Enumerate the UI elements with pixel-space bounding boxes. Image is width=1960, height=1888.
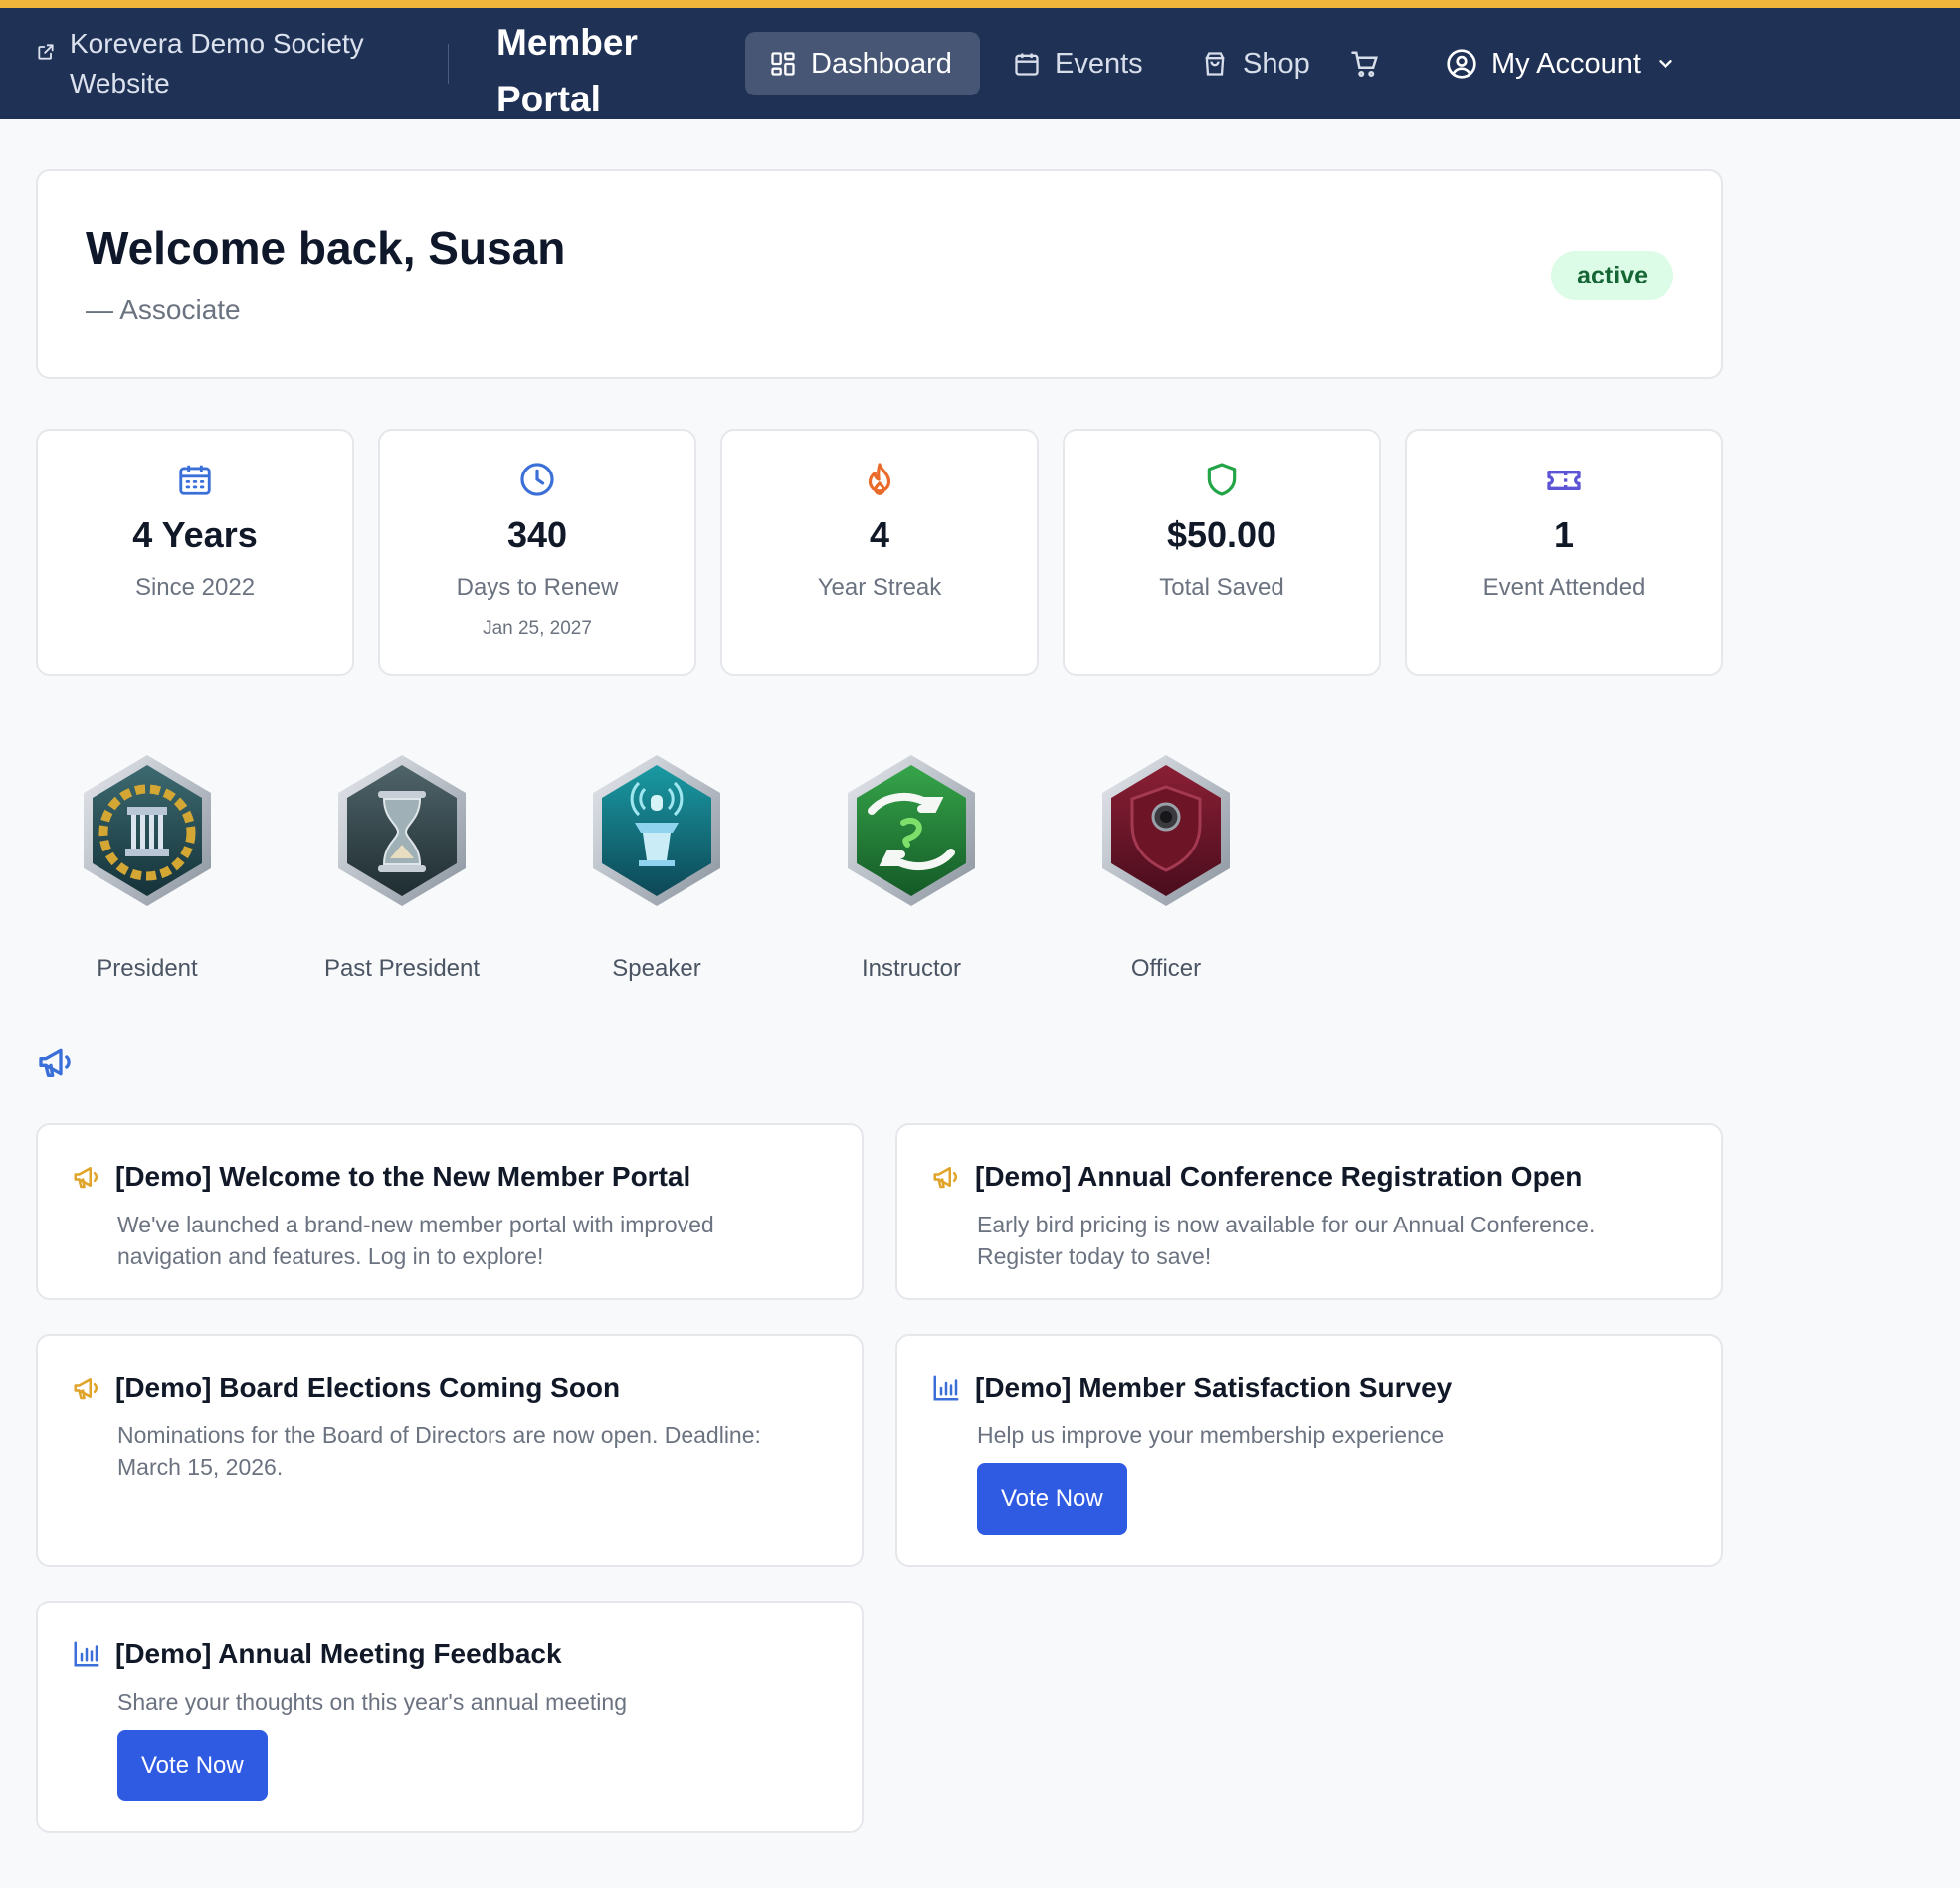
ticket-icon [1547, 471, 1581, 490]
survey-description: Help us improve your membership experien… [977, 1422, 1445, 1448]
welcome-card: Welcome back, Susan — Associate active [36, 169, 1723, 379]
shield-icon [1207, 463, 1237, 496]
stat-value: 4 Years [132, 514, 258, 555]
announcement-card: [Demo] Welcome to the New Member Portal … [36, 1123, 864, 1300]
badge-speaker[interactable]: Speaker [557, 741, 756, 990]
badge-label: Officer [1130, 955, 1202, 982]
shopping-bag-icon [1205, 52, 1225, 76]
announcement-title: [Demo] Annual Conference Registration Op… [975, 1161, 1583, 1192]
badge-label: Past President [323, 955, 481, 982]
calendar-icon [1015, 53, 1039, 76]
cart-icon [1351, 51, 1378, 78]
survey-card: [Demo] Annual Meeting Feedback Share you… [36, 1601, 864, 1833]
chevron-down-icon [1659, 60, 1672, 69]
badge-label: Instructor [861, 955, 962, 982]
stat-card-total-saved: $50.00 Total Saved [1063, 429, 1381, 676]
status-badge: active [1551, 251, 1673, 300]
site-link-label: Korevera Demo Society Website [70, 28, 364, 98]
flame-icon [868, 463, 891, 495]
survey-title: [Demo] Annual Meeting Feedback [115, 1638, 562, 1669]
survey-card: [Demo] Member Satisfaction Survey Help u… [895, 1334, 1723, 1567]
badge-president[interactable]: President [48, 741, 247, 990]
announcement-title: [Demo] Welcome to the New Member Portal [115, 1161, 691, 1192]
survey-title: [Demo] Member Satisfaction Survey [975, 1372, 1453, 1403]
shield-icon [1102, 755, 1230, 906]
vote-now-button[interactable]: Vote Now [117, 1730, 268, 1801]
calendar-icon [179, 465, 211, 495]
podium-icon [593, 755, 720, 906]
nav-dashboard[interactable]: Dashboard [745, 32, 980, 95]
bar-chart-icon [933, 1375, 959, 1401]
hourglass-icon [338, 755, 466, 906]
dashboard-grid-icon [771, 52, 795, 76]
announcement-body: Early bird pricing is now available for … [977, 1212, 1596, 1269]
announcement-card: [Demo] Board Elections Coming Soon Nomin… [36, 1334, 864, 1567]
stat-label: Days to Renew [456, 574, 619, 601]
stat-value: $50.00 [1166, 514, 1277, 555]
clock-icon [520, 463, 554, 496]
stat-card-year-streak: 4 Year Streak [720, 429, 1039, 676]
stat-card-events-attended: 1 Event Attended [1405, 429, 1723, 676]
stat-value: 340 [506, 514, 568, 555]
hands-icon [848, 755, 975, 906]
megaphone-icon [74, 1378, 98, 1400]
nav-account[interactable]: My Account [1446, 32, 1676, 95]
nav-shop[interactable]: Shop [1201, 32, 1310, 95]
nav-events[interactable]: Events [1013, 32, 1143, 95]
external-link-icon [38, 44, 54, 60]
stat-value: 1 [1553, 514, 1575, 555]
stat-label: Total Saved [1159, 574, 1284, 601]
badge-label: President [97, 955, 198, 982]
stat-label: Since 2022 [134, 574, 256, 601]
nav-cart[interactable] [1350, 32, 1380, 95]
megaphone-icon [74, 1167, 98, 1189]
nav-events-label: Events [1055, 47, 1143, 80]
nav-shop-label: Shop [1243, 47, 1310, 80]
stat-label: Year Streak [817, 574, 942, 601]
welcome-title: Welcome back, Susan [86, 222, 566, 274]
megaphone-icon [933, 1167, 957, 1189]
bar-chart-icon [74, 1641, 99, 1667]
badge-label: Speaker [612, 955, 701, 982]
nav-divider [448, 44, 449, 84]
nav-account-label: My Account [1491, 47, 1641, 80]
stat-card-membership-years: 4 Years Since 2022 [36, 429, 354, 676]
vote-now-button[interactable]: Vote Now [977, 1463, 1127, 1535]
announcement-title: [Demo] Board Elections Coming Soon [115, 1372, 621, 1403]
announcement-body: Nominations for the Board of Directors a… [117, 1422, 761, 1480]
stat-value: 4 [869, 514, 890, 555]
survey-description: Share your thoughts on this year's annua… [117, 1689, 627, 1715]
badge-officer[interactable]: Officer [1067, 741, 1266, 990]
badge-past-president[interactable]: Past President [302, 741, 501, 990]
nav-dashboard-label: Dashboard [811, 47, 952, 80]
user-circle-icon [1447, 49, 1476, 79]
portal-title: Member Portal [496, 22, 638, 119]
renewal-date: Jan 25, 2027 [483, 618, 592, 639]
megaphone-icon [39, 1048, 71, 1077]
accent-strip [0, 0, 1960, 8]
announcement-card: [Demo] Annual Conference Registration Op… [895, 1123, 1723, 1300]
announcement-body: We've launched a brand-new member portal… [117, 1212, 714, 1269]
top-nav: Korevera Demo Society Website Member Por… [0, 8, 1960, 119]
stat-card-days-to-renew: 340 Days to Renew Jan 25, 2027 [378, 429, 696, 676]
site-link[interactable]: Korevera Demo Society Website [36, 24, 394, 103]
badge-instructor[interactable]: Instructor [812, 741, 1011, 990]
member-role: — Associate [86, 294, 241, 325]
stat-label: Event Attended [1482, 574, 1646, 601]
column-laurel-icon [84, 755, 211, 906]
